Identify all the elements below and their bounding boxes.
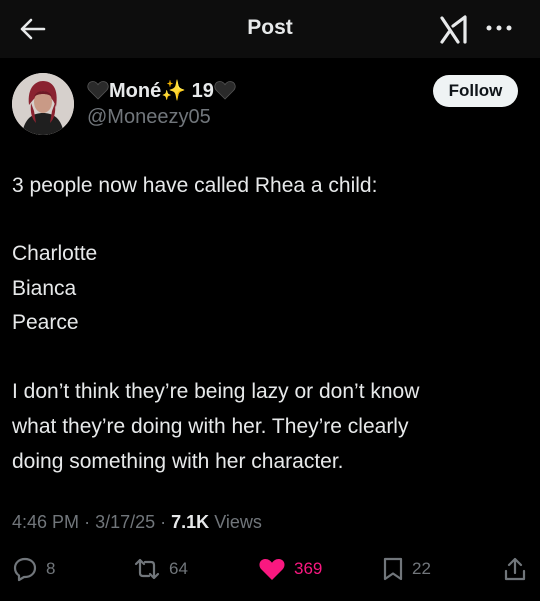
follow-button[interactable]: Follow [433, 75, 518, 107]
bookmark-button[interactable]: 22 [382, 556, 431, 582]
display-name-text: Moné✨ 19 [109, 80, 214, 102]
bookmark-icon [383, 557, 403, 581]
repost-icon [134, 558, 160, 580]
heart-filled-icon [259, 558, 285, 580]
post-text-line: Pearce [12, 311, 79, 334]
post-text-line: what they’re doing with her. They’re cle… [12, 415, 409, 438]
post-text-line: Charlotte [12, 242, 98, 265]
avatar[interactable] [12, 73, 74, 135]
post-time: 4:46 PM [12, 512, 80, 532]
more-dots-icon [486, 25, 512, 31]
top-bar: Post [0, 0, 540, 58]
share-icon [504, 557, 526, 581]
reply-button[interactable]: 8 [12, 556, 55, 582]
post-text-line: I don’t think they’re being lazy or don’… [12, 380, 420, 403]
separator-dot: · [84, 512, 96, 532]
post-date: 3/17/25 [95, 512, 156, 532]
separator-dot: · [160, 512, 172, 532]
black-heart-emoji [214, 81, 236, 100]
display-name[interactable]: Moné✨ 19 [87, 78, 236, 103]
views-count[interactable]: 7.1K [171, 512, 209, 532]
profile-photo [12, 73, 74, 135]
user-handle[interactable]: @Moneezy05 [87, 106, 211, 129]
black-heart-emoji [87, 81, 109, 100]
reply-icon [13, 557, 37, 582]
grok-icon [440, 15, 467, 44]
share-button[interactable] [503, 556, 527, 582]
more-options-button[interactable] [484, 16, 514, 40]
post-text-line: 3 people now have called Rhea a child: [12, 174, 378, 197]
views-label: Views [214, 512, 262, 532]
like-count: 369 [294, 559, 323, 578]
reply-count: 8 [46, 559, 56, 578]
grok-button[interactable] [438, 14, 472, 46]
repost-count: 64 [169, 559, 188, 578]
post-text-line: Bianca [12, 277, 77, 300]
bookmark-count: 22 [412, 559, 431, 578]
like-button[interactable]: 369 [258, 556, 322, 582]
post-metadata: 4:46 PM · 3/17/25 · 7.1K Views [12, 512, 262, 533]
post-text-line: doing something with her character. [12, 450, 344, 473]
repost-button[interactable]: 64 [133, 556, 188, 582]
